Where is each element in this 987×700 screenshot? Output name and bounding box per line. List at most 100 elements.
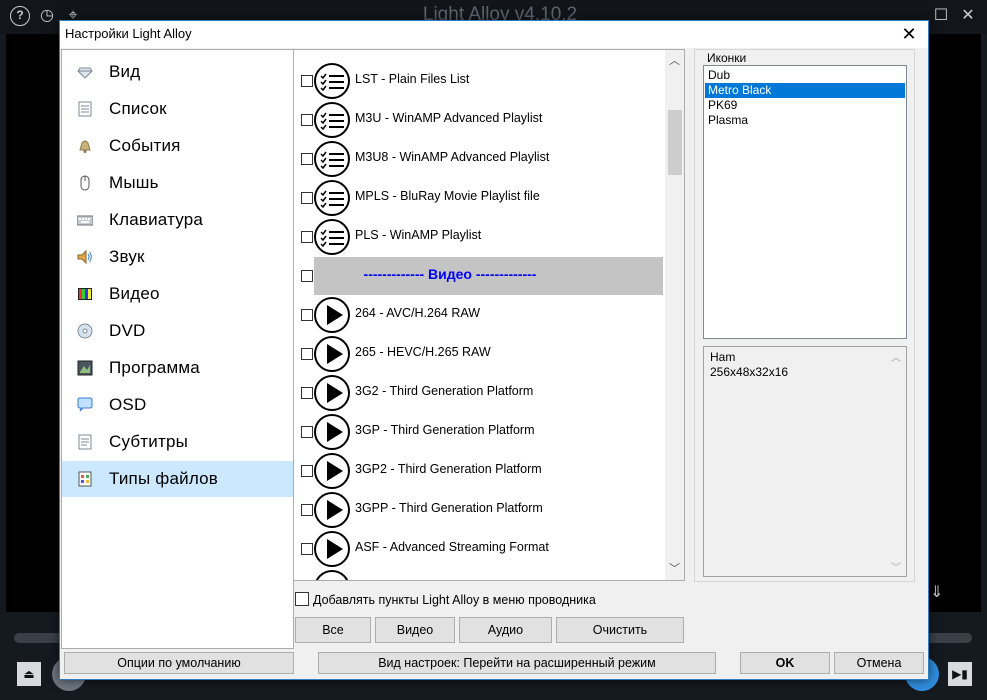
eject-icon[interactable]: ⏏ <box>17 662 41 686</box>
defaults-button[interactable]: Опции по умолчанию <box>64 652 294 674</box>
row-checkbox[interactable] <box>301 114 313 126</box>
row-checkbox[interactable] <box>301 153 313 165</box>
file-type-label: M3U8 - WinAMP Advanced Playlist <box>355 150 550 164</box>
icon-theme-item[interactable]: Plasma <box>705 113 905 128</box>
sidebar-item-osd[interactable]: OSD <box>62 387 293 423</box>
explorer-menu-label[interactable]: Добавлять пункты Light Alloy в меню пров… <box>313 593 596 607</box>
row-checkbox[interactable] <box>301 309 313 321</box>
file-type-label: M3U - WinAMP Advanced Playlist <box>355 111 543 125</box>
sidebar-item-file-types[interactable]: Типы файлов <box>62 461 293 497</box>
file-type-label: 264 - AVC/H.264 RAW <box>355 306 481 320</box>
row-checkbox[interactable] <box>301 192 313 204</box>
sidebar-item-sound[interactable]: Звук <box>62 239 293 275</box>
icon-theme-item[interactable]: PK69 <box>705 98 905 113</box>
file-type-label: 3GP - Third Generation Platform <box>355 423 535 437</box>
section-label: ------------- Видео ------------- <box>363 266 537 282</box>
list-item[interactable]: 265 - HEVC/H.265 RAW <box>294 334 664 373</box>
list-item[interactable]: 3GPP - Third Generation Platform <box>294 490 664 529</box>
list-scrollbar[interactable]: ︿ ﹀ <box>665 50 684 580</box>
select-all-button[interactable]: Все <box>295 617 371 643</box>
dialog-titlebar: Настройки Light Alloy ✕ <box>60 21 928 48</box>
bell-icon <box>79 140 91 153</box>
scroll-down-icon[interactable]: ﹀ <box>665 560 684 578</box>
settings-sidebar: Вид Список События Мышь Клавиатура Звук … <box>61 49 294 649</box>
file-types-list[interactable]: LST - Plain Files List M3U - WinAMP Adva… <box>293 49 685 581</box>
row-checkbox[interactable] <box>301 543 313 555</box>
player-close-icon[interactable]: ✕ <box>958 6 978 26</box>
sidebar-item-label: Программа <box>109 358 200 377</box>
sidebar-item-label: Звук <box>109 247 145 266</box>
play-icon <box>314 570 350 580</box>
info-scroll-down-icon[interactable]: ﹀ <box>891 559 901 574</box>
list-item[interactable]: PLS - WinAMP Playlist <box>294 217 664 256</box>
maximize-icon[interactable]: ☐ <box>931 6 951 26</box>
select-audio-button[interactable]: Аудио <box>459 617 552 643</box>
icon-theme-list[interactable]: Dub Metro Black PK69 Plasma <box>703 65 907 339</box>
sidebar-item-video[interactable]: Видео <box>62 276 293 312</box>
icon-theme-item[interactable]: Metro Black <box>705 83 905 98</box>
sidebar-item-subtitles[interactable]: Субтитры <box>62 424 293 460</box>
scroll-thumb[interactable] <box>668 110 682 175</box>
close-icon[interactable]: ✕ <box>896 23 922 45</box>
explorer-menu-checkbox[interactable] <box>295 592 309 606</box>
row-checkbox[interactable] <box>301 348 313 360</box>
icon-info-sizes: 256x48x32x16 <box>710 365 789 379</box>
play-icon <box>314 375 350 411</box>
file-type-label: 3GP2 - Third Generation Platform <box>355 462 542 476</box>
ok-button[interactable]: OK <box>740 652 830 674</box>
program-icon <box>77 360 93 376</box>
sidebar-item-program[interactable]: Программа <box>62 350 293 386</box>
playlist-icon <box>314 180 350 216</box>
list-item[interactable]: M3U - WinAMP Advanced Playlist <box>294 100 664 139</box>
list-item[interactable]: M3U8 - WinAMP Advanced Playlist <box>294 139 664 178</box>
list-item[interactable]: 3GP - Third Generation Platform <box>294 412 664 451</box>
history-icon[interactable]: ◷ <box>37 6 57 26</box>
icon-theme-item[interactable]: Dub <box>705 68 905 83</box>
row-checkbox[interactable] <box>301 270 313 282</box>
play-icon <box>314 531 350 567</box>
video-icon <box>78 288 92 300</box>
scroll-up-icon[interactable]: ︿ <box>665 52 684 70</box>
row-checkbox[interactable] <box>301 504 313 516</box>
list-item[interactable]: 3GP2 - Third Generation Platform <box>294 451 664 490</box>
help-icon[interactable]: ? <box>10 6 30 26</box>
file-type-label: 265 - HEVC/H.265 RAW <box>355 345 491 359</box>
settings-dialog: Настройки Light Alloy ✕ Вид Список Событ… <box>59 20 929 680</box>
list-item[interactable]: MPLS - BluRay Movie Playlist file <box>294 178 664 217</box>
file-type-label: 3GPP - Third Generation Platform <box>355 501 543 515</box>
row-checkbox[interactable] <box>301 387 313 399</box>
icon-info-author: Ham <box>710 350 736 364</box>
clear-button[interactable]: Очистить <box>556 617 684 643</box>
list-item[interactable]: LST - Plain Files List <box>294 61 664 100</box>
sidebar-item-mouse[interactable]: Мышь <box>62 165 293 201</box>
sidebar-item-events[interactable]: События <box>62 128 293 164</box>
file-type-label: MPLS - BluRay Movie Playlist file <box>355 189 540 203</box>
row-checkbox[interactable] <box>301 231 313 243</box>
sidebar-item-keyboard[interactable]: Клавиатура <box>62 202 293 238</box>
file-types-icon <box>78 471 92 487</box>
row-checkbox[interactable] <box>301 465 313 477</box>
info-scroll-up-icon[interactable]: ︿ <box>891 349 901 364</box>
sidebar-item-list[interactable]: Список <box>62 91 293 127</box>
list-section-header[interactable]: ------------- Видео ------------- <box>294 256 664 295</box>
cancel-button[interactable]: Отмена <box>834 652 924 674</box>
row-checkbox[interactable] <box>301 426 313 438</box>
row-checkbox[interactable] <box>301 75 313 87</box>
list-item[interactable]: ASF - Advanced Streaming Format <box>294 529 664 568</box>
sidebar-item-view[interactable]: Вид <box>62 54 293 90</box>
next-file-icon[interactable]: ▶▮ <box>948 662 972 686</box>
list-item[interactable] <box>294 568 664 580</box>
list-item[interactable]: 264 - AVC/H.264 RAW <box>294 295 664 334</box>
sidebar-item-label: Типы файлов <box>109 469 219 488</box>
list-item[interactable]: 3G2 - Third Generation Platform <box>294 373 664 412</box>
disc-icon <box>77 323 93 339</box>
sidebar-item-dvd[interactable]: DVD <box>62 313 293 349</box>
file-type-label: ASF - Advanced Streaming Format <box>355 540 549 554</box>
play-icon <box>314 336 350 372</box>
speech-bubble-icon <box>77 397 93 412</box>
view-mode-button[interactable]: Вид настроек: Перейти на расширенный реж… <box>318 652 716 674</box>
playlist-icon <box>314 63 350 99</box>
select-video-button[interactable]: Видео <box>375 617 455 643</box>
sidebar-item-label: События <box>109 136 181 155</box>
playlist-icon <box>314 102 350 138</box>
